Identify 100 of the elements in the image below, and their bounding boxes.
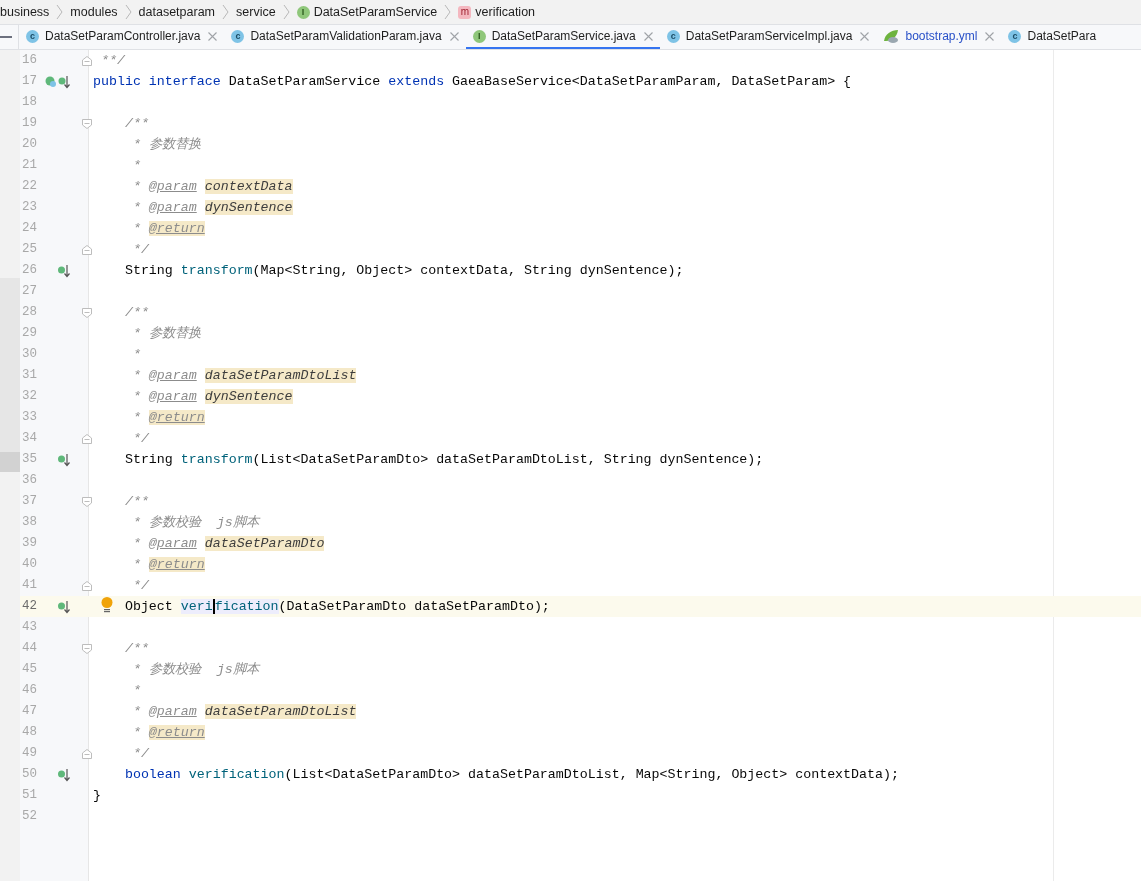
fold-marker-icon[interactable] <box>82 244 92 255</box>
line-number: 37 <box>21 493 37 511</box>
line-number: 24 <box>21 220 37 238</box>
fold-marker-icon[interactable] <box>82 643 92 654</box>
line-number: 49 <box>21 745 37 763</box>
breadcrumb-item[interactable]: business <box>0 2 50 22</box>
line-number: 33 <box>21 409 37 427</box>
code-line: */ <box>131 576 149 595</box>
close-icon[interactable] <box>985 31 995 41</box>
code-line: String transform(List<DataSetParamDto> dataSetParamDtoList, String dynSentence); <box>123 450 764 469</box>
line-number: 28 <box>21 304 37 322</box>
breadcrumb-item[interactable]: verification <box>475 2 536 22</box>
code-line: */ <box>131 240 149 259</box>
line-number: 43 <box>21 619 37 637</box>
line-number: 21 <box>21 157 37 175</box>
editor-tab[interactable]: bootstrap.yml <box>876 25 1002 49</box>
fold-marker-icon[interactable] <box>82 55 92 66</box>
line-number: 51 <box>21 787 37 805</box>
fold-marker-icon[interactable] <box>82 580 92 591</box>
implementation-icon[interactable] <box>57 767 71 782</box>
line-number: 17 <box>21 73 37 91</box>
code-line: String transform(Map<String, Object> contextData, String dynSentence); <box>123 261 684 280</box>
line-number: 34 <box>21 430 37 448</box>
lightbulb-icon[interactable] <box>101 597 113 613</box>
code-line: * <box>131 681 141 700</box>
chevron-icon <box>124 4 132 20</box>
code-line: * @param dynSentence <box>131 387 293 406</box>
code-line: * 参数校验 js脚本 <box>131 660 259 679</box>
implementation-icon[interactable] <box>57 452 71 467</box>
line-number: 36 <box>21 472 37 490</box>
code-line: * @param contextData <box>131 177 293 196</box>
breadcrumb-item[interactable]: modules <box>70 2 118 22</box>
editor-tab[interactable]: c DataSetParamServiceImpl.java <box>659 25 877 49</box>
leaf-icon <box>883 29 900 43</box>
hierarchy-markers-icon[interactable] <box>45 74 71 89</box>
editor-tab[interactable]: c DataSetPara <box>1001 25 1104 49</box>
code-line: **/ <box>99 51 125 70</box>
breadcrumb-item[interactable]: datasetparam <box>138 2 216 22</box>
line-number: 31 <box>21 367 37 385</box>
line-number: 41 <box>21 577 37 595</box>
code-line: /** <box>123 492 149 511</box>
chevron-icon <box>56 4 64 20</box>
code-line: /** <box>123 114 149 133</box>
code-line: */ <box>131 744 149 763</box>
code-line: boolean verification(List<DataSetParamDto> dataSetParamDtoList, Map<String, Object> contextData); <box>123 765 899 784</box>
chevron-icon <box>222 4 230 20</box>
line-number: 46 <box>21 682 37 700</box>
close-icon[interactable] <box>449 31 459 41</box>
fold-marker-icon[interactable] <box>82 496 92 507</box>
chevron-icon <box>282 4 290 20</box>
interface-icon: I <box>296 5 310 19</box>
fold-marker-icon[interactable] <box>82 307 92 318</box>
line-number: 19 <box>21 115 37 133</box>
code-line: * @param dynSentence <box>131 198 293 217</box>
line-number: 47 <box>21 703 37 721</box>
line-number: 20 <box>21 136 37 154</box>
class-icon: c <box>231 29 245 43</box>
close-icon[interactable] <box>860 31 870 41</box>
editor-tab[interactable]: c DataSetParamValidationParam.java <box>224 25 466 49</box>
code-line: /** <box>123 639 149 658</box>
line-number: 48 <box>21 724 37 742</box>
editor-tab[interactable]: c DataSetParamController.java <box>19 25 225 49</box>
fold-marker-icon[interactable] <box>82 433 92 444</box>
code-line: * 参数替换 <box>131 324 201 343</box>
breadcrumb-item[interactable]: DataSetParamService <box>313 2 438 22</box>
line-number: 38 <box>21 514 37 532</box>
class-icon: c <box>1008 29 1022 43</box>
line-number: 16 <box>21 52 37 70</box>
class-icon: c <box>26 29 39 43</box>
line-number: 25 <box>21 241 37 259</box>
line-number: 44 <box>21 640 37 658</box>
line-number: 23 <box>21 199 37 217</box>
code-line: * 参数校验 js脚本 <box>131 513 259 532</box>
line-number: 18 <box>21 94 37 112</box>
breadcrumb-item[interactable]: service <box>236 2 276 22</box>
code-line: */ <box>131 429 149 448</box>
fold-marker-icon[interactable] <box>82 748 92 759</box>
code-line: * 参数替换 <box>131 135 201 154</box>
code-line: /** <box>123 303 149 322</box>
implementation-icon[interactable] <box>57 599 71 614</box>
line-number: 27 <box>21 283 37 301</box>
line-number: 52 <box>21 808 37 826</box>
close-icon[interactable] <box>643 31 653 41</box>
close-icon[interactable] <box>208 31 218 41</box>
line-number: 45 <box>21 661 37 679</box>
line-number: 30 <box>21 346 37 364</box>
line-number: 40 <box>21 556 37 574</box>
chevron-icon <box>444 4 452 20</box>
line-number: 29 <box>21 325 37 343</box>
line-number: 50 <box>21 766 37 784</box>
class-icon: c <box>666 29 680 43</box>
line-number: 35 <box>21 451 37 469</box>
code-line: public interface DataSetParamService extends GaeaBaseService<DataSetParamParam, DataSetParam> { <box>93 72 852 91</box>
line-number: 39 <box>21 535 37 553</box>
implementation-icon[interactable] <box>57 263 71 278</box>
code-line: * <box>131 345 141 364</box>
line-number: 22 <box>21 178 37 196</box>
code-line: } <box>93 786 101 805</box>
line-number: 32 <box>21 388 37 406</box>
fold-marker-icon[interactable] <box>82 118 92 129</box>
